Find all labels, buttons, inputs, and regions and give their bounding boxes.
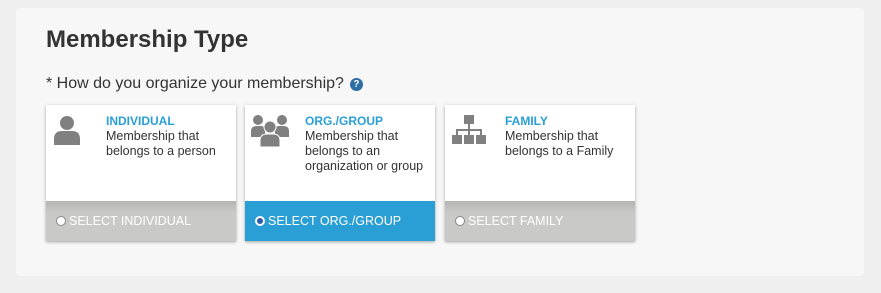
group-icon [251, 115, 289, 147]
option-card-family[interactable]: FAMILY Membership that belongs to a Fami… [445, 105, 635, 241]
option-name: ORG./GROUP [305, 114, 384, 128]
select-label: SELECT ORG./GROUP [268, 214, 402, 228]
section-title: Membership Type [46, 26, 249, 53]
membership-question: * How do you organize your membership? ? [46, 75, 363, 93]
option-name: FAMILY [505, 114, 548, 128]
question-circle-icon[interactable]: ? [349, 77, 363, 91]
select-org-group-button[interactable]: SELECT ORG./GROUP [245, 201, 435, 241]
select-individual-button[interactable]: SELECT INDIVIDUAL [46, 201, 236, 241]
select-family-button[interactable]: SELECT FAMILY [445, 201, 635, 241]
radio-individual[interactable] [56, 216, 66, 226]
option-card-org-group[interactable]: ORG./GROUP Membership that belongs to an… [245, 105, 435, 241]
option-name: INDIVIDUAL [106, 114, 175, 128]
membership-type-panel: Membership Type * How do you organize yo… [16, 8, 864, 276]
select-label: SELECT FAMILY [468, 214, 564, 228]
radio-family[interactable] [455, 216, 465, 226]
radio-org-group[interactable] [255, 216, 265, 226]
option-description: Membership that belongs to an organizati… [305, 129, 424, 173]
option-card-individual[interactable]: INDIVIDUAL Membership that belongs to a … [46, 105, 236, 241]
person-icon [54, 116, 80, 145]
option-description: Membership that belongs to a person [106, 129, 216, 158]
family-tree-icon [452, 115, 486, 144]
option-description: Membership that belongs to a Family [505, 129, 614, 158]
question-label: * How do you organize your membership? [46, 75, 344, 92]
select-label: SELECT INDIVIDUAL [69, 214, 192, 228]
